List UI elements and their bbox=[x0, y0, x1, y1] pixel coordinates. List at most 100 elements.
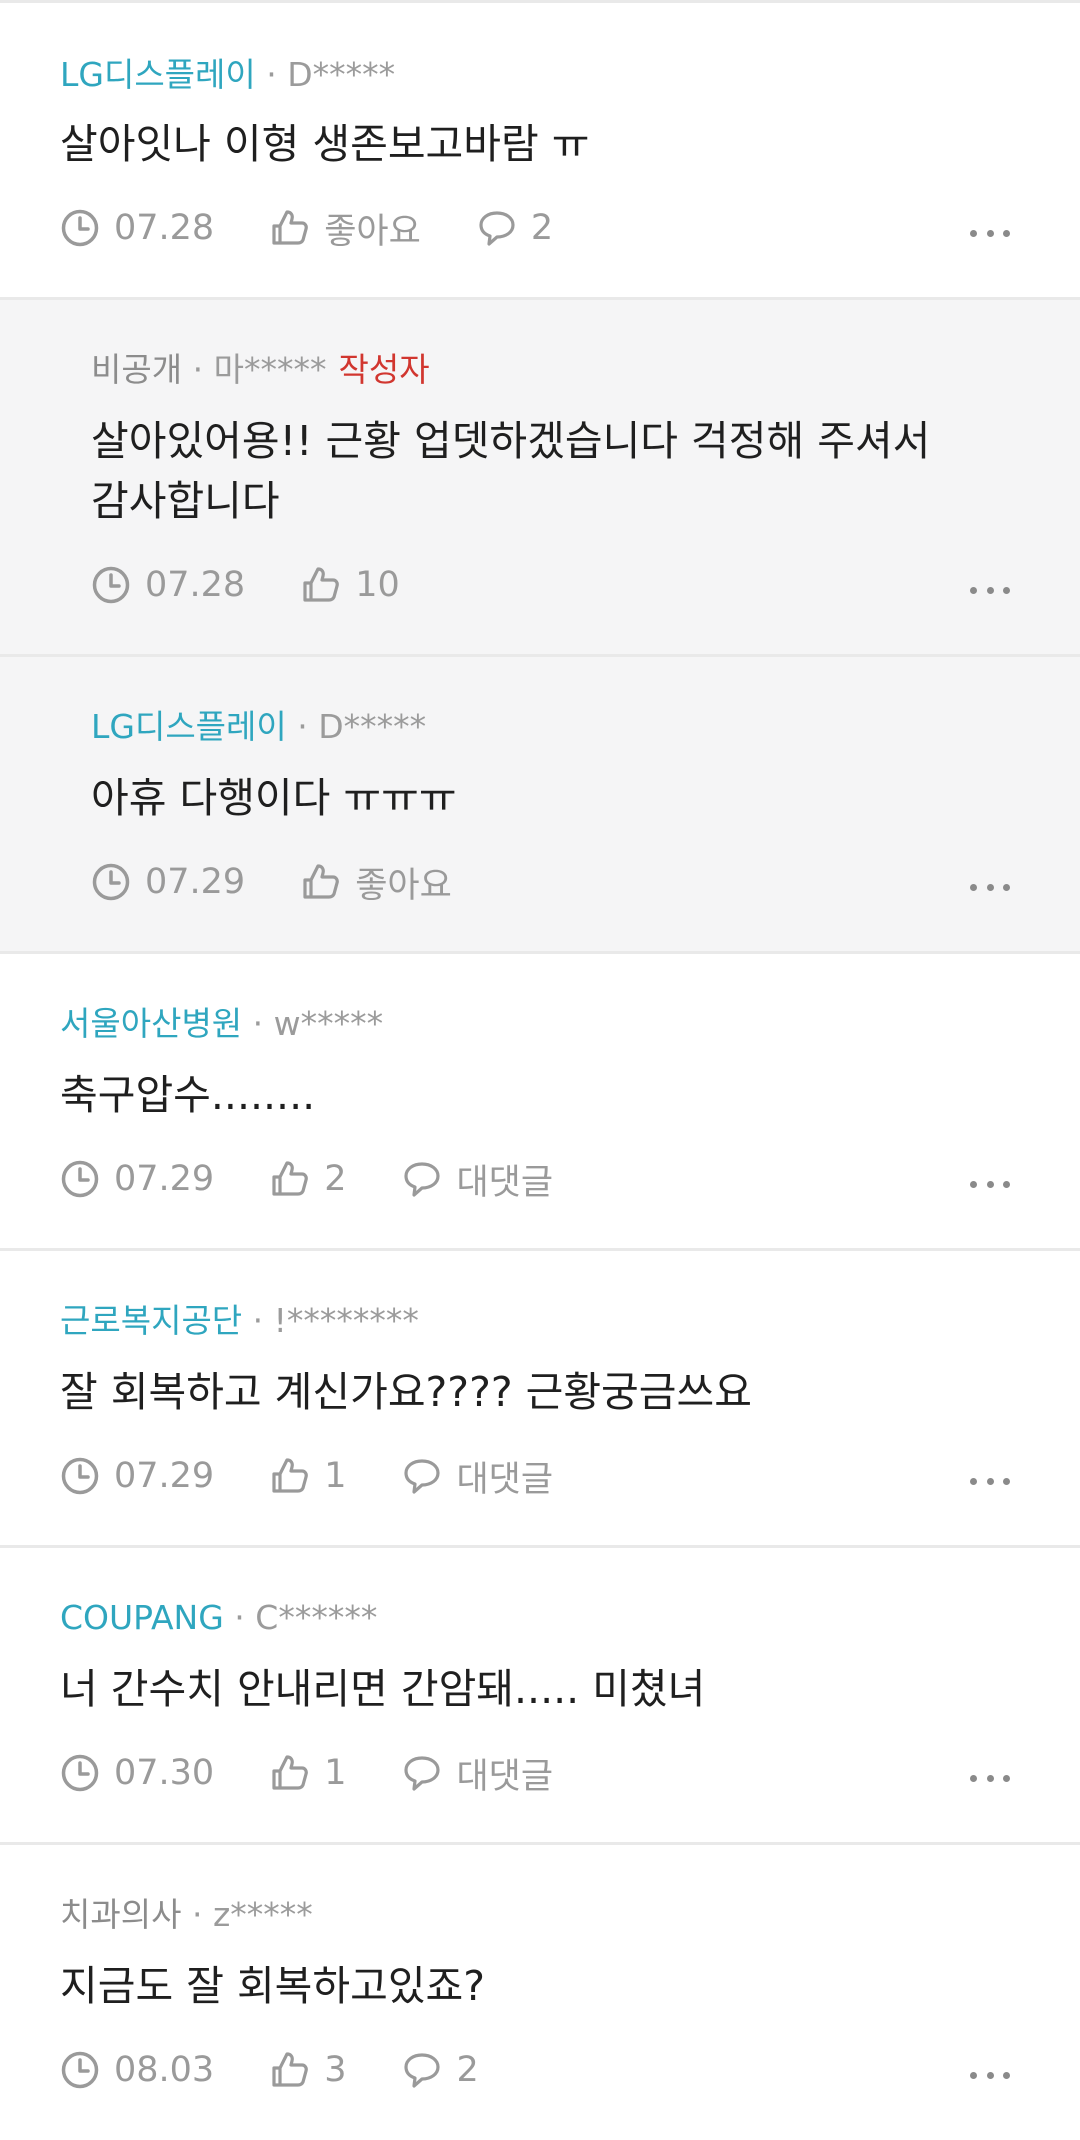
comment-item: 근로복지공단 · !******** 잘 회복하고 계신가요???? 근황궁금쓰… bbox=[0, 1251, 1080, 1548]
clock-icon bbox=[61, 2051, 99, 2089]
meta-separator: · bbox=[252, 1004, 264, 1043]
reply-count: 2 bbox=[456, 2050, 479, 2090]
more-options-icon[interactable] bbox=[970, 1475, 1010, 1487]
thumbs-up-icon bbox=[272, 2052, 309, 2087]
like-button[interactable]: 2 bbox=[270, 1159, 346, 1199]
user-id: C****** bbox=[255, 1598, 378, 1637]
speech-bubble-icon bbox=[404, 1459, 441, 1494]
like-button[interactable]: 10 bbox=[301, 565, 400, 605]
comment-text: 축구압수........ bbox=[60, 1071, 316, 1119]
company-name[interactable]: 서울아산병원 bbox=[60, 1004, 242, 1043]
user-id: D***** bbox=[287, 55, 396, 94]
thumbs-up-icon bbox=[272, 210, 309, 245]
user-id: !******** bbox=[273, 1301, 419, 1340]
comment-meta: LG디스플레이 · D***** bbox=[60, 55, 395, 95]
reply-button[interactable]: 대댓글 bbox=[402, 1154, 553, 1205]
thumbs-up-icon bbox=[272, 1458, 309, 1493]
comment-date: 07.29 bbox=[114, 1159, 215, 1199]
comment-text: 지금도 잘 회복하고있죠? bbox=[60, 1962, 486, 2010]
clock-icon bbox=[92, 863, 130, 901]
more-options-icon[interactable] bbox=[970, 227, 1010, 239]
comment-item: 서울아산병원 · w***** 축구압수........ 07.29 2 대댓글 bbox=[0, 954, 1080, 1251]
comment-meta: 근로복지공단 · !******** bbox=[60, 1301, 419, 1341]
reply-button[interactable]: 2 bbox=[402, 2050, 479, 2090]
comment-date: 07.30 bbox=[114, 1753, 215, 1793]
more-options-icon[interactable] bbox=[970, 584, 1010, 596]
date-info: 08.03 bbox=[60, 2050, 214, 2090]
comment-actions: 08.03 3 2 bbox=[60, 2045, 479, 2095]
date-info: 07.29 bbox=[91, 862, 245, 902]
more-options-icon[interactable] bbox=[970, 1178, 1010, 1190]
more-options-icon[interactable] bbox=[970, 2069, 1010, 2081]
company-name[interactable]: 근로복지공단 bbox=[60, 1301, 242, 1340]
date-info: 07.28 bbox=[60, 208, 214, 248]
date-info: 07.30 bbox=[60, 1753, 214, 1793]
company-name[interactable]: LG디스플레이 bbox=[60, 55, 256, 94]
like-count: 2 bbox=[324, 1159, 347, 1199]
more-options-icon[interactable] bbox=[970, 1772, 1010, 1784]
like-count: 3 bbox=[324, 2050, 347, 2090]
comment-actions: 07.28 좋아요 2 bbox=[60, 203, 553, 253]
like-button[interactable]: 좋아요 bbox=[301, 857, 452, 908]
like-label: 좋아요 bbox=[355, 865, 452, 906]
reply-item: LG디스플레이 · D***** 아휴 다행이다 ㅠㅠㅠ 07.29 좋아요 bbox=[0, 657, 1080, 954]
date-info: 07.29 bbox=[60, 1456, 214, 1496]
reply-label: 대댓글 bbox=[456, 1162, 554, 1203]
company-name[interactable]: LG디스플레이 bbox=[91, 707, 287, 746]
comment-date: 07.29 bbox=[114, 1456, 215, 1496]
like-button[interactable]: 3 bbox=[270, 2050, 346, 2090]
comment-date: 07.28 bbox=[114, 208, 215, 248]
reply-button[interactable]: 2 bbox=[477, 208, 553, 248]
company-name: 치과의사 bbox=[60, 1895, 182, 1934]
comment-text: 잘 회복하고 계신가요???? 근황궁금쓰요 bbox=[60, 1368, 752, 1416]
meta-separator: · bbox=[192, 350, 204, 389]
date-info: 07.29 bbox=[60, 1159, 214, 1199]
comment-text: 살아있어용!! 근황 업뎃하겠습니다 걱정해 주셔서 감사합니다 bbox=[91, 417, 931, 525]
reply-button[interactable]: 대댓글 bbox=[402, 1451, 553, 1502]
speech-bubble-icon bbox=[404, 2053, 441, 2088]
user-id: z***** bbox=[212, 1895, 313, 1934]
speech-bubble-icon bbox=[404, 1162, 441, 1197]
meta-separator: · bbox=[266, 55, 277, 94]
meta-separator: · bbox=[297, 707, 308, 746]
comment-text: 살아잇나 이형 생존보고바람 ㅠ bbox=[60, 120, 590, 168]
like-count: 1 bbox=[324, 1456, 347, 1496]
reply-label: 대댓글 bbox=[456, 1459, 554, 1500]
reply-button[interactable]: 대댓글 bbox=[402, 1748, 553, 1799]
company-name: 비공개 bbox=[91, 350, 183, 389]
speech-bubble-icon bbox=[479, 211, 515, 246]
more-options-icon[interactable] bbox=[970, 881, 1010, 893]
comment-actions: 07.29 좋아요 bbox=[91, 857, 452, 907]
thumbs-up-icon bbox=[303, 864, 340, 899]
date-info: 07.28 bbox=[91, 565, 245, 605]
comment-list: LG디스플레이 · D***** 살아잇나 이형 생존보고바람 ㅠ 07.28 … bbox=[0, 0, 1080, 2140]
reply-label: 대댓글 bbox=[456, 1756, 554, 1797]
comment-meta: 비공개 · 마***** 작성자 bbox=[91, 350, 430, 390]
author-badge: 작성자 bbox=[338, 350, 430, 389]
meta-separator: · bbox=[252, 1301, 264, 1340]
user-id: w***** bbox=[273, 1004, 384, 1043]
meta-separator: · bbox=[234, 1598, 245, 1637]
comment-actions: 07.29 1 대댓글 bbox=[60, 1451, 553, 1501]
comment-item: LG디스플레이 · D***** 살아잇나 이형 생존보고바람 ㅠ 07.28 … bbox=[0, 3, 1080, 300]
comment-meta: 서울아산병원 · w***** bbox=[60, 1004, 383, 1044]
comment-date: 08.03 bbox=[114, 2050, 215, 2090]
meta-separator: · bbox=[191, 1895, 203, 1934]
like-button[interactable]: 1 bbox=[270, 1753, 346, 1793]
company-name[interactable]: COUPANG bbox=[60, 1598, 224, 1637]
comment-item: COUPANG · C****** 너 간수치 안내리면 간암돼..... 미쳤… bbox=[0, 1548, 1080, 1845]
user-id: 마***** bbox=[213, 350, 327, 389]
speech-bubble-icon bbox=[404, 1756, 441, 1791]
reply-item: 비공개 · 마***** 작성자 살아있어용!! 근황 업뎃하겠습니다 걱정해 주… bbox=[0, 300, 1080, 657]
clock-icon bbox=[92, 566, 130, 604]
comment-actions: 07.28 10 bbox=[91, 560, 400, 610]
like-count: 1 bbox=[324, 1753, 347, 1793]
comment-item: 치과의사 · z***** 지금도 잘 회복하고있죠? 08.03 3 2 bbox=[0, 1845, 1080, 2140]
comment-date: 07.28 bbox=[145, 565, 246, 605]
clock-icon bbox=[61, 1754, 99, 1792]
thumbs-up-icon bbox=[272, 1755, 309, 1790]
comment-meta: COUPANG · C****** bbox=[60, 1598, 377, 1638]
thumbs-up-icon bbox=[272, 1161, 309, 1196]
like-button[interactable]: 좋아요 bbox=[270, 203, 421, 254]
like-button[interactable]: 1 bbox=[270, 1456, 346, 1496]
